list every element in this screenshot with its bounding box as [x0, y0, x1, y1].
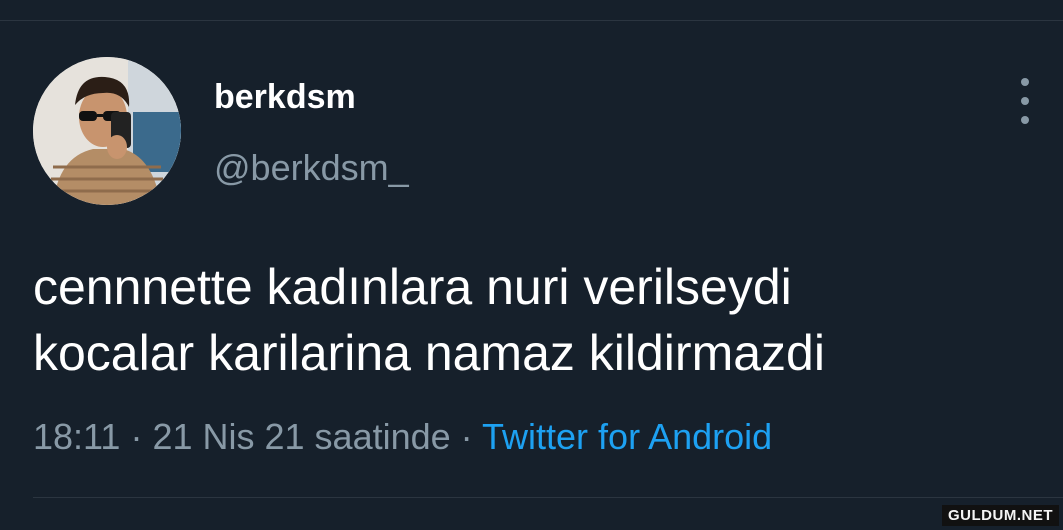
tweet-line: kocalar karilarina namaz kildirmazdi — [33, 325, 825, 381]
watermark: GULDUM.NET — [942, 505, 1059, 526]
more-vertical-icon-dot — [1021, 97, 1029, 105]
tweet-meta: 18:11 · 21 Nis 21 saatinde · Twitter for… — [33, 416, 772, 458]
more-options-button[interactable] — [1008, 78, 1042, 124]
more-vertical-icon-dot — [1021, 116, 1029, 124]
tweet-text: cennnette kadınlara nuri verilseydi koca… — [33, 254, 1043, 386]
top-divider — [0, 20, 1063, 21]
tweet-date[interactable]: 21 Nis 21 saatinde — [152, 416, 450, 457]
tweet-source-link[interactable]: Twitter for Android — [482, 416, 772, 457]
user-handle[interactable]: @berkdsm_ — [214, 147, 409, 189]
avatar[interactable] — [33, 57, 181, 205]
tweet-time[interactable]: 18:11 — [33, 416, 120, 457]
avatar-photo — [33, 57, 181, 205]
tweet-line: cennnette kadınlara nuri verilseydi — [33, 259, 792, 315]
display-name[interactable]: berkdsm — [214, 78, 356, 117]
bottom-divider — [33, 497, 1063, 498]
meta-separator: · — [460, 416, 473, 457]
meta-separator: · — [130, 416, 143, 457]
more-vertical-icon — [1021, 78, 1029, 86]
